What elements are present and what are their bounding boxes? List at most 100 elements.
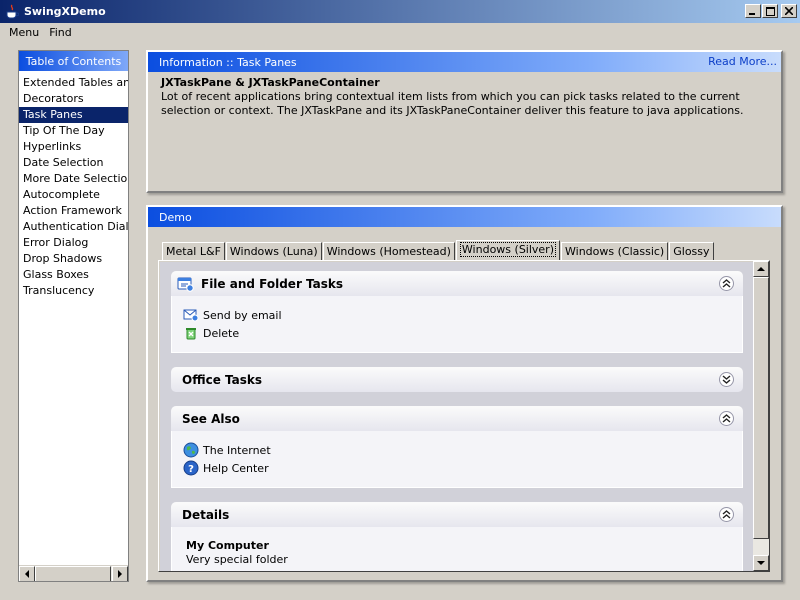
taskpane-header-office[interactable]: Office Tasks <box>171 367 743 392</box>
toc-item-task-panes[interactable]: Task Panes <box>19 107 128 123</box>
minimize-button[interactable] <box>745 4 761 18</box>
double-chevron-up-icon <box>722 510 731 519</box>
task-the-internet[interactable]: The Internet <box>183 441 731 459</box>
demo-panel: Demo Metal L&F Windows (Luna) Windows (H… <box>146 205 783 582</box>
tab-windows-homestead[interactable]: Windows (Homestead) <box>322 242 455 260</box>
tab-content: File and Folder Tasks Send by email Dele… <box>158 260 770 572</box>
taskpane-title: See Also <box>182 411 240 426</box>
task-label: Send by email <box>203 308 282 322</box>
task-label: The Internet <box>203 443 271 457</box>
taskpane-see-also: See Also The Internet ? Help Center <box>171 406 743 488</box>
svg-text:?: ? <box>188 464 194 475</box>
window-title: SwingXDemo <box>24 5 106 18</box>
demo-header-title: Demo <box>159 210 192 224</box>
collapse-toggle[interactable] <box>719 411 734 426</box>
toc-item-translucency[interactable]: Translucency <box>19 283 128 299</box>
taskpane-file-folder: File and Folder Tasks Send by email Dele… <box>171 271 743 353</box>
task-label: Help Center <box>203 461 269 475</box>
demo-header: Demo <box>148 207 781 227</box>
collapse-toggle[interactable] <box>719 507 734 522</box>
taskpane-title: File and Folder Tasks <box>201 276 344 291</box>
tab-windows-classic[interactable]: Windows (Classic) <box>561 242 669 260</box>
task-label: Delete <box>203 326 240 340</box>
toc-header: Table of Contents <box>19 51 128 71</box>
toc-item-decorators[interactable]: Decorators <box>19 91 128 107</box>
arrow-down-icon <box>757 561 765 565</box>
toc-scroll-thumb[interactable] <box>35 566 111 581</box>
toc-item-error-dialog[interactable]: Error Dialog <box>19 235 128 251</box>
toc-panel: Table of Contents Extended Tables and De… <box>18 50 129 582</box>
scroll-up-button[interactable] <box>753 261 769 277</box>
maximize-icon <box>765 6 775 16</box>
tab-glossy[interactable]: Glossy <box>669 242 714 260</box>
information-panel: Information :: Task Panes Read More... J… <box>146 50 783 193</box>
tab-metal[interactable]: Metal L&F <box>162 242 225 260</box>
toc-item-date-selection[interactable]: Date Selection <box>19 155 128 171</box>
taskpane-container: File and Folder Tasks Send by email Dele… <box>160 262 753 571</box>
details-description: Very special folder <box>186 553 288 566</box>
menu-menu[interactable]: Menu <box>4 26 44 39</box>
toc-item-autocomplete[interactable]: Autocomplete <box>19 187 128 203</box>
toc-item-more-date-selection[interactable]: More Date Selection <box>19 171 128 187</box>
taskpane-header-details[interactable]: Details <box>171 502 743 527</box>
tab-label: Windows (Classic) <box>565 245 665 258</box>
taskpane-details: Details My Computer Very special folder <box>171 502 743 571</box>
toc-horizontal-scrollbar[interactable] <box>19 565 128 581</box>
minimize-icon <box>749 13 755 15</box>
maximize-button[interactable] <box>762 4 778 18</box>
email-icon <box>183 307 199 323</box>
read-more-link[interactable]: Read More... <box>708 55 777 68</box>
taskpane-body-file-folder: Send by email Delete <box>171 296 743 353</box>
double-chevron-down-icon <box>722 375 731 384</box>
tab-windows-silver[interactable]: Windows (Silver) <box>455 240 560 260</box>
toc-item-tip-of-the-day[interactable]: Tip Of The Day <box>19 123 128 139</box>
menu-find[interactable]: Find <box>44 26 77 39</box>
information-body: JXTaskPane & JXTaskPaneContainer Lot of … <box>148 72 781 122</box>
toc-list: Extended Tables and Decorators Task Pane… <box>19 71 128 299</box>
taskpane-body-details: My Computer Very special folder <box>171 527 743 571</box>
tab-label: Windows (Silver) <box>459 242 556 257</box>
arrow-left-icon <box>25 570 29 578</box>
collapse-toggle[interactable] <box>719 276 734 291</box>
taskpane-body-see-also: The Internet ? Help Center <box>171 431 743 488</box>
scroll-right-button[interactable] <box>112 566 128 581</box>
lookandfeel-tabs: Metal L&F Windows (Luna) Windows (Homest… <box>162 240 715 260</box>
toc-item-hyperlinks[interactable]: Hyperlinks <box>19 139 128 155</box>
arrow-up-icon <box>757 267 765 271</box>
taskpane-office: Office Tasks <box>171 367 743 392</box>
taskpane-header-file-folder[interactable]: File and Folder Tasks <box>171 271 743 296</box>
scroll-left-button[interactable] <box>19 566 35 581</box>
tab-windows-luna[interactable]: Windows (Luna) <box>225 242 322 260</box>
globe-icon <box>183 442 199 458</box>
double-chevron-up-icon <box>722 279 731 288</box>
toc-item-extended-tables[interactable]: Extended Tables and <box>19 75 128 91</box>
window-titlebar[interactable]: SwingXDemo <box>0 0 800 23</box>
taskpane-header-see-also[interactable]: See Also <box>171 406 743 431</box>
information-header-title: Information :: Task Panes <box>159 55 297 69</box>
tab-label: Windows (Luna) <box>229 245 318 258</box>
task-send-by-email[interactable]: Send by email <box>183 306 731 324</box>
close-icon <box>785 7 793 15</box>
toc-item-authentication-dialogs[interactable]: Authentication Dialogs <box>19 219 128 235</box>
task-help-center[interactable]: ? Help Center <box>183 459 731 477</box>
toc-item-action-framework[interactable]: Action Framework <box>19 203 128 219</box>
information-header: Information :: Task Panes Read More... <box>148 52 781 72</box>
delete-icon <box>183 325 199 341</box>
folder-tasks-icon <box>176 275 194 293</box>
taskpane-title: Office Tasks <box>182 372 263 387</box>
help-icon: ? <box>183 460 199 476</box>
expand-toggle[interactable] <box>719 372 734 387</box>
window-controls <box>744 4 797 18</box>
toc-item-glass-boxes[interactable]: Glass Boxes <box>19 267 128 283</box>
close-button[interactable] <box>781 4 797 18</box>
tab-label: Metal L&F <box>166 245 221 258</box>
toc-item-drop-shadows[interactable]: Drop Shadows <box>19 251 128 267</box>
demo-vertical-scrollbar[interactable] <box>753 261 769 571</box>
scroll-down-button[interactable] <box>753 555 769 571</box>
demo-scroll-thumb[interactable] <box>753 277 769 539</box>
task-delete[interactable]: Delete <box>183 324 731 342</box>
menubar: Menu Find <box>0 23 800 41</box>
information-heading: JXTaskPane & JXTaskPaneContainer <box>161 76 380 89</box>
java-app-icon[interactable] <box>4 4 20 20</box>
arrow-right-icon <box>118 570 122 578</box>
